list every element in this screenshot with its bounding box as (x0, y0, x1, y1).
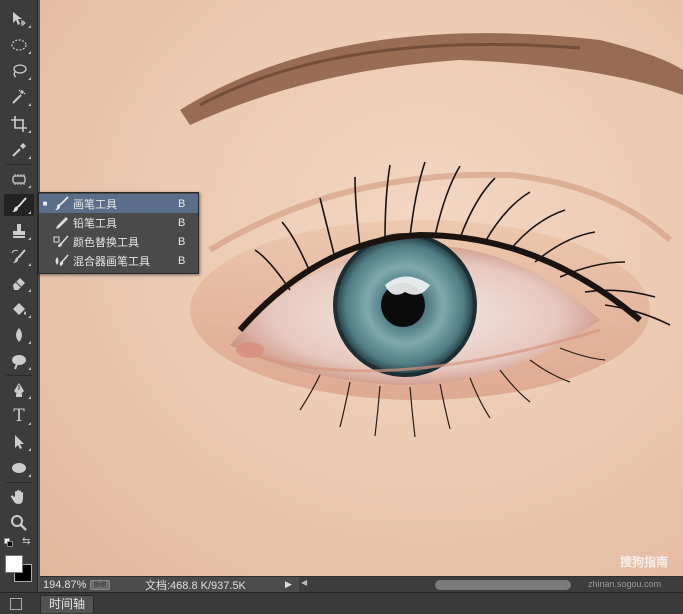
magic-wand-tool[interactable] (4, 86, 34, 108)
tool-flyout-indicator (28, 341, 31, 344)
bottom-panel-bar: 时间轴 (0, 592, 683, 614)
eraser-icon (13, 278, 25, 290)
tool-flyout-indicator (28, 51, 31, 54)
brush-icon (12, 197, 27, 212)
clone-stamp-tool[interactable] (4, 220, 34, 242)
brush-tool[interactable] (4, 194, 34, 216)
hand-tool[interactable] (4, 486, 34, 508)
shortcut-key: B (178, 254, 186, 267)
panel-icon[interactable] (10, 598, 22, 610)
tools-panel: T ⇆ (0, 0, 38, 592)
magic-wand-icon (12, 89, 26, 104)
document-info: 文档:468.8 K/937.5K (145, 579, 246, 592)
flyout-item-brush[interactable]: ■ 画笔工具 B (39, 194, 198, 213)
zoom-preview-icon: ◎◎ (90, 579, 110, 590)
watermark: 搜狗指南 (620, 555, 669, 569)
mixer-brush-icon (55, 254, 69, 266)
foreground-color-swatch[interactable] (5, 555, 23, 573)
paint-bucket-tool[interactable] (4, 298, 34, 320)
tool-flyout-indicator (28, 77, 31, 80)
eyedropper-icon (12, 143, 26, 157)
pen-tool[interactable] (4, 379, 34, 401)
flyout-item-label: 混合器画笔工具 (73, 255, 150, 268)
flyout-item-pencil[interactable]: 铅笔工具 B (39, 213, 198, 232)
tool-flyout-indicator (28, 211, 31, 214)
tool-flyout-indicator (28, 367, 31, 370)
scroll-left-arrow-icon[interactable]: ◀ (301, 578, 307, 587)
tool-flyout-indicator (28, 156, 31, 159)
type-tool[interactable]: T (4, 405, 34, 427)
brush-icon (55, 195, 69, 210)
toolbar-separator (6, 164, 32, 165)
brush-tool-flyout-menu: ■ 画笔工具 B 铅笔工具 B 颜色替换工具 B 混合器画笔工具 B (38, 192, 199, 274)
path-selection-icon (15, 435, 24, 449)
tool-flyout-indicator (28, 422, 31, 425)
tool-flyout-indicator (28, 396, 31, 399)
path-selection-tool[interactable] (4, 431, 34, 453)
eraser-tool[interactable] (4, 272, 34, 294)
scrollbar-thumb[interactable] (435, 579, 571, 590)
eyedropper-tool[interactable] (4, 139, 34, 161)
tool-flyout-indicator (28, 448, 31, 451)
zoom-icon (11, 515, 27, 531)
swap-colors-icon[interactable]: ⇆ (22, 536, 30, 547)
toolbar-separator (6, 375, 32, 376)
ellipse-shape-icon (12, 463, 26, 473)
dodge-tool[interactable] (4, 350, 34, 372)
paint-bucket-icon (13, 303, 26, 315)
pen-icon (14, 383, 24, 397)
selected-bullet: ■ (42, 199, 48, 208)
clone-stamp-icon (13, 224, 25, 238)
blur-icon (16, 328, 22, 342)
tool-flyout-indicator (28, 237, 31, 240)
zoom-level[interactable]: 194.87% (40, 579, 90, 591)
zoom-tool[interactable] (4, 512, 34, 534)
shortcut-key: B (178, 197, 186, 210)
ellipse-shape-tool[interactable] (4, 457, 34, 479)
pencil-icon (56, 216, 68, 229)
lasso-tool[interactable] (4, 60, 34, 82)
flyout-item-color-replacement[interactable]: 颜色替换工具 B (39, 232, 198, 251)
flyout-item-mixer-brush[interactable]: 混合器画笔工具 B (39, 251, 198, 270)
tool-flyout-indicator (28, 289, 31, 292)
watermark-url: zhinan.sogou.com (587, 578, 661, 589)
move-icon (13, 12, 26, 26)
blur-tool[interactable] (4, 324, 34, 346)
flyout-item-label: 颜色替换工具 (73, 236, 139, 249)
horizontal-scrollbar[interactable]: ◀ zhinan.sogou.com (299, 576, 683, 593)
shortcut-key: B (178, 235, 186, 248)
elliptical-marquee-icon (11, 39, 27, 51)
tool-flyout-indicator (28, 263, 31, 266)
document-canvas[interactable]: 搜狗指南 (40, 0, 683, 576)
status-bar: 194.87% ◎◎ 文档:468.8 K/937.5K ▶ ◀ zhinan.… (40, 576, 683, 593)
history-brush-icon (11, 249, 26, 263)
tool-flyout-indicator (28, 25, 31, 28)
shortcut-key: B (178, 216, 186, 229)
flyout-item-label: 铅笔工具 (73, 217, 117, 230)
hand-icon (10, 490, 23, 504)
tool-flyout-indicator (28, 130, 31, 133)
tool-flyout-indicator (28, 315, 31, 318)
toolbar-separator (6, 482, 32, 483)
status-menu-arrow-button[interactable]: ▶ (285, 579, 297, 590)
crop-tool[interactable] (4, 113, 34, 135)
flyout-item-label: 画笔工具 (73, 198, 117, 211)
spot-healing-icon (12, 174, 26, 185)
tool-flyout-indicator (28, 474, 31, 477)
type-icon: T (13, 406, 25, 426)
elliptical-marquee-tool[interactable] (4, 34, 34, 56)
eye-photo (180, 33, 683, 438)
tool-flyout-indicator (28, 103, 31, 106)
color-replacement-icon (53, 235, 69, 247)
history-brush-tool[interactable] (4, 246, 34, 268)
tab-timeline[interactable]: 时间轴 (40, 595, 95, 613)
default-colors-icon[interactable] (4, 538, 13, 547)
spot-healing-tool[interactable] (4, 168, 34, 190)
lasso-icon (13, 64, 27, 78)
tool-flyout-indicator (28, 185, 31, 188)
move-tool[interactable] (4, 8, 34, 30)
crop-icon (11, 116, 27, 132)
dodge-icon (12, 355, 26, 370)
